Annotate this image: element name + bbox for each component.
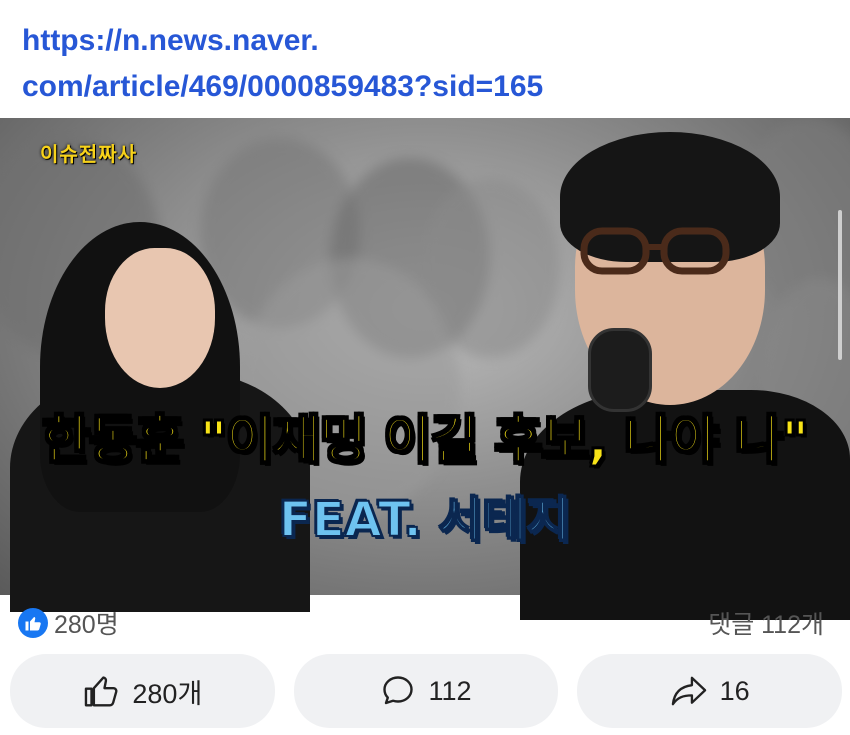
share-button[interactable]: 16 (577, 654, 843, 728)
comment-button[interactable]: 112 (293, 654, 559, 728)
thumbnail-subheadline: FEAT. 서태지 (278, 491, 572, 549)
like-button[interactable]: 280개 (10, 654, 275, 728)
share-button-label: 16 (719, 675, 750, 706)
share-arrow-icon (671, 676, 706, 706)
comment-button-label: 112 (428, 675, 472, 706)
channel-logo: 이슈전짜사 (40, 142, 137, 166)
speech-bubble-icon (383, 676, 414, 705)
woman-figure-face (105, 248, 215, 388)
like-button-label: 280개 (132, 678, 203, 709)
thumbs-up-icon (18, 608, 48, 638)
thumbs-up-outline-icon (85, 676, 118, 707)
scrollbar[interactable] (838, 210, 842, 360)
engagement-stats: 280명 댓글 112개 (18, 603, 824, 643)
action-bar: 280개 112 16 (10, 654, 843, 728)
likes-summary[interactable]: 280명 (18, 605, 119, 641)
article-link-line-1[interactable]: https://n.news.naver. (22, 18, 822, 64)
comments-count[interactable]: 댓글 112개 (708, 605, 824, 641)
article-link-line-2[interactable]: com/article/469/0000859483?sid=165 (22, 64, 822, 110)
article-link[interactable]: https://n.news.naver. com/article/469/00… (22, 18, 822, 110)
thumbnail-headline: 한동훈 "이재명 이길 후보, 나야 나" (41, 410, 809, 472)
likes-count: 280명 (54, 611, 119, 639)
glasses-icon (580, 227, 730, 275)
